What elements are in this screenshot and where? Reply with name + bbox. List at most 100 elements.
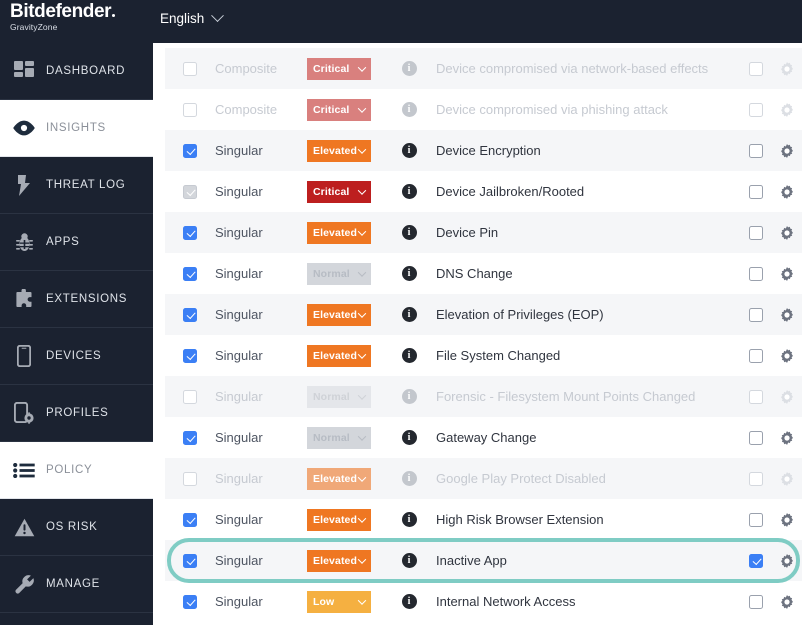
row-select-checkbox[interactable] [749, 390, 763, 404]
row-select-checkbox[interactable] [749, 185, 763, 199]
sidebar-item-policy[interactable]: POLICY [0, 442, 153, 499]
row-select-checkbox[interactable] [749, 513, 763, 527]
table-row[interactable]: CompositeCriticaliDevice compromised via… [165, 48, 802, 89]
table-row[interactable]: SingularElevatediHigh Risk Browser Exten… [165, 499, 802, 540]
info-icon[interactable]: i [402, 389, 417, 404]
severity-dropdown[interactable]: Elevated [307, 345, 371, 367]
info-icon[interactable]: i [402, 512, 417, 527]
row-enable-checkbox[interactable] [183, 267, 197, 281]
severity-dropdown[interactable]: Elevated [307, 550, 371, 572]
row-enable-checkbox[interactable] [183, 472, 197, 486]
severity-dropdown[interactable]: Elevated [307, 222, 371, 244]
app-root: Bitdefender GravityZone English DASHBOAR… [0, 0, 802, 625]
row-select-checkbox[interactable] [749, 103, 763, 117]
row-settings-cell [772, 349, 802, 363]
row-enable-checkbox[interactable] [183, 431, 197, 445]
sidebar-item-label: EXTENSIONS [46, 293, 127, 305]
sidebar-item-apps[interactable]: APPS [0, 214, 153, 271]
list-icon [8, 463, 40, 478]
row-enable-checkbox[interactable] [183, 308, 197, 322]
info-icon[interactable]: i [402, 594, 417, 609]
language-selector[interactable]: English [160, 11, 222, 26]
row-select-checkbox[interactable] [749, 267, 763, 281]
sidebar-item-profiles[interactable]: PROFILES [0, 385, 153, 442]
gear-icon[interactable] [780, 267, 794, 281]
row-enable-checkbox[interactable] [183, 513, 197, 527]
row-select-checkbox[interactable] [749, 308, 763, 322]
gear-icon[interactable] [780, 513, 794, 527]
row-enable-checkbox[interactable] [183, 390, 197, 404]
row-select-checkbox[interactable] [749, 349, 763, 363]
info-icon[interactable]: i [402, 266, 417, 281]
gear-icon[interactable] [780, 554, 794, 568]
gear-icon[interactable] [780, 144, 794, 158]
gear-icon[interactable] [780, 226, 794, 240]
gear-icon[interactable] [780, 185, 794, 199]
info-icon[interactable]: i [402, 307, 417, 322]
gear-icon[interactable] [780, 472, 794, 486]
row-enable-checkbox[interactable] [183, 554, 197, 568]
severity-dropdown[interactable]: Elevated [307, 468, 371, 490]
severity-dropdown[interactable]: Low [307, 591, 371, 613]
severity-dropdown[interactable]: Critical [307, 181, 371, 203]
table-row[interactable]: SingularElevatediDevice Pin [165, 212, 802, 253]
row-select-checkbox[interactable] [749, 62, 763, 76]
row-select-checkbox[interactable] [749, 595, 763, 609]
info-icon[interactable]: i [402, 143, 417, 158]
sidebar-item-threat-log[interactable]: THREAT LOG [0, 157, 153, 214]
table-row[interactable]: SingularElevatediFile System Changed [165, 335, 802, 376]
gear-icon[interactable] [780, 308, 794, 322]
row-enable-checkbox[interactable] [183, 349, 197, 363]
row-enable-checkbox[interactable] [183, 226, 197, 240]
info-icon[interactable]: i [402, 102, 417, 117]
sidebar-item-manage[interactable]: MANAGE [0, 556, 153, 613]
row-enable-checkbox[interactable] [183, 144, 197, 158]
row-select-cell [740, 103, 772, 117]
table-row[interactable]: CompositeCriticaliDevice compromised via… [165, 89, 802, 130]
row-enable-checkbox[interactable] [183, 595, 197, 609]
sidebar-item-extensions[interactable]: EXTENSIONS [0, 271, 153, 328]
info-icon[interactable]: i [402, 553, 417, 568]
gear-icon[interactable] [780, 62, 794, 76]
severity-dropdown[interactable]: Elevated [307, 509, 371, 531]
row-enable-checkbox[interactable] [183, 103, 197, 117]
severity-dropdown[interactable]: Normal [307, 386, 371, 408]
gear-icon[interactable] [780, 103, 794, 117]
table-row[interactable]: SingularElevatediElevation of Privileges… [165, 294, 802, 335]
table-row[interactable]: SingularLowiInternal Network Access [165, 581, 802, 622]
severity-dropdown[interactable]: Critical [307, 99, 371, 121]
info-icon[interactable]: i [402, 61, 417, 76]
gear-icon[interactable] [780, 431, 794, 445]
info-icon[interactable]: i [402, 430, 417, 445]
sidebar-item-os-risk[interactable]: OS RISK [0, 499, 153, 556]
row-select-checkbox[interactable] [749, 226, 763, 240]
row-select-checkbox[interactable] [749, 144, 763, 158]
sidebar-item-insights[interactable]: INSIGHTS [0, 100, 153, 157]
table-row[interactable]: SingularElevatediDevice Encryption [165, 130, 802, 171]
row-type: Singular [215, 471, 307, 486]
table-row[interactable]: SingularNormaliGateway Change [165, 417, 802, 458]
row-enable-checkbox[interactable] [183, 62, 197, 76]
table-row[interactable]: SingularElevatediGoogle Play Protect Dis… [165, 458, 802, 499]
info-icon[interactable]: i [402, 471, 417, 486]
table-row[interactable]: SingularNormaliDNS Change [165, 253, 802, 294]
sidebar-item-devices[interactable]: DEVICES [0, 328, 153, 385]
gear-icon[interactable] [780, 390, 794, 404]
info-icon[interactable]: i [402, 184, 417, 199]
severity-dropdown[interactable]: Elevated [307, 304, 371, 326]
severity-dropdown[interactable]: Elevated [307, 140, 371, 162]
gear-icon[interactable] [780, 349, 794, 363]
table-row[interactable]: SingularElevatediInactive App [165, 540, 802, 581]
row-select-checkbox[interactable] [749, 554, 763, 568]
table-row[interactable]: SingularCriticaliDevice Jailbroken/Roote… [165, 171, 802, 212]
severity-dropdown[interactable]: Normal [307, 263, 371, 285]
row-select-checkbox[interactable] [749, 431, 763, 445]
table-row[interactable]: SingularNormaliForensic - Filesystem Mou… [165, 376, 802, 417]
sidebar-item-dashboard[interactable]: DASHBOARD [0, 43, 153, 100]
info-icon[interactable]: i [402, 348, 417, 363]
info-icon[interactable]: i [402, 225, 417, 240]
severity-dropdown[interactable]: Critical [307, 58, 371, 80]
row-select-checkbox[interactable] [749, 472, 763, 486]
gear-icon[interactable] [780, 595, 794, 609]
severity-dropdown[interactable]: Normal [307, 427, 371, 449]
